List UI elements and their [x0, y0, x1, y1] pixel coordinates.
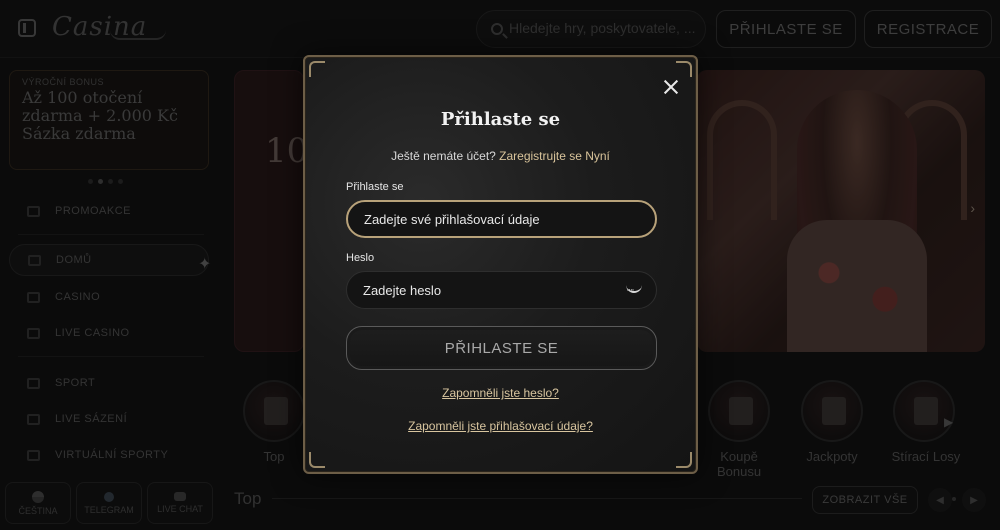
eye-closed-icon[interactable] — [624, 285, 644, 297]
login-modal: Přihlaste se Ještě nemáte účet? Zaregist… — [303, 55, 698, 474]
login-submit-button[interactable]: PŘIHLASTE SE — [346, 326, 657, 370]
register-prompt: Ještě nemáte účet? Zaregistrujte se Nyní — [305, 149, 696, 163]
close-icon — [659, 75, 683, 99]
close-button[interactable] — [659, 75, 683, 99]
corner-ornament — [676, 452, 692, 468]
register-link[interactable]: Zaregistrujte se Nyní — [499, 149, 610, 163]
password-input[interactable] — [363, 272, 623, 308]
no-account-text: Ještě nemáte účet? — [391, 149, 496, 163]
forgot-credentials-link[interactable]: Zapomněli jste přihlašovací údaje? — [305, 419, 696, 433]
password-field[interactable] — [346, 271, 657, 309]
modal-title: Přihlaste se — [440, 109, 561, 130]
corner-ornament — [309, 452, 325, 468]
login-field[interactable] — [346, 200, 657, 238]
login-input[interactable] — [364, 202, 624, 236]
login-label: Přihlaste se — [346, 181, 404, 193]
password-label: Heslo — [346, 252, 375, 264]
corner-ornament — [309, 61, 325, 77]
forgot-password-link[interactable]: Zapomněli jste heslo? — [305, 386, 696, 400]
